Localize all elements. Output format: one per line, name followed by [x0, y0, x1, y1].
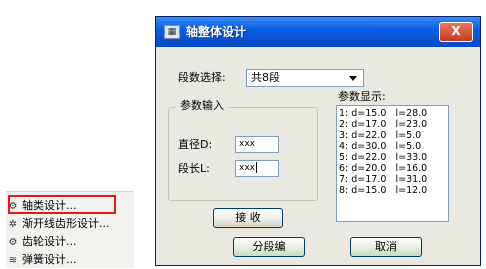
segment-edit-button[interactable]: 分段编	[233, 237, 305, 257]
menu-item-label: 弹簧设计...	[22, 253, 77, 266]
list-item[interactable]: 1: d=15.0 l=28.0	[339, 108, 448, 119]
menu-item-gear-design[interactable]: ⚙ 齿轮设计...	[6, 234, 77, 250]
diameter-label: 直径D:	[178, 138, 213, 151]
gear-icon: ⚙	[8, 237, 18, 248]
segment-select-value: 共8段	[251, 71, 280, 84]
list-item[interactable]: 2: d=17.0 l=23.0	[339, 119, 448, 130]
shaft-design-dialog: ▦ 轴整体设计 X 段数选择: 共8段 参数输入 直径D: xxx 段长L: x…	[155, 16, 481, 266]
diameter-input[interactable]: xxx	[235, 136, 279, 153]
list-item[interactable]: 3: d=22.0 l=5.0	[339, 130, 448, 141]
menu-item-label: 渐开线齿形设计...	[22, 217, 110, 230]
cancel-button[interactable]: 取消	[350, 237, 422, 257]
text-caret	[255, 162, 257, 173]
length-value: xxx	[239, 163, 255, 173]
chevron-down-icon[interactable]	[349, 76, 357, 81]
menu-item-spring-design[interactable]: ≋ 弹簧设计...	[6, 252, 77, 268]
menu-item-label: 齿轮设计...	[22, 235, 77, 248]
list-item[interactable]: 5: d=22.0 l=33.0	[339, 152, 448, 163]
menu-item-involute-tooth-design[interactable]: ✲ 渐开线齿形设计...	[6, 216, 110, 232]
involute-gear-icon: ✲	[8, 219, 18, 230]
list-item[interactable]: 8: d=15.0 l=12.0	[339, 185, 448, 196]
segment-select[interactable]: 共8段	[246, 69, 364, 87]
param-display-list[interactable]: 1: d=15.0 l=28.0 2: d=17.0 l=23.0 3: d=2…	[336, 105, 449, 222]
list-item[interactable]: 4: d=30.0 l=5.0	[339, 141, 448, 152]
app-icon: ▦	[164, 25, 180, 39]
list-item[interactable]: 7: d=17.0 l=31.0	[339, 174, 448, 185]
param-display-label: 参数显示:	[338, 90, 386, 103]
diameter-value: xxx	[239, 139, 255, 149]
receive-button[interactable]: 接 收	[213, 208, 283, 228]
param-input-caption: 参数输入	[176, 99, 228, 113]
close-button[interactable]: X	[439, 22, 473, 42]
param-input-group	[168, 107, 318, 201]
title-bar[interactable]: ▦ 轴整体设计 X	[156, 17, 480, 47]
spring-icon: ≋	[8, 255, 18, 266]
list-item[interactable]: 6: d=20.0 l=16.0	[339, 163, 448, 174]
segment-select-label: 段数选择:	[178, 71, 226, 84]
length-label: 段长L:	[178, 162, 210, 175]
dialog-title: 轴整体设计	[186, 25, 247, 39]
highlight-box	[8, 195, 116, 214]
length-input[interactable]: xxx	[235, 160, 279, 177]
